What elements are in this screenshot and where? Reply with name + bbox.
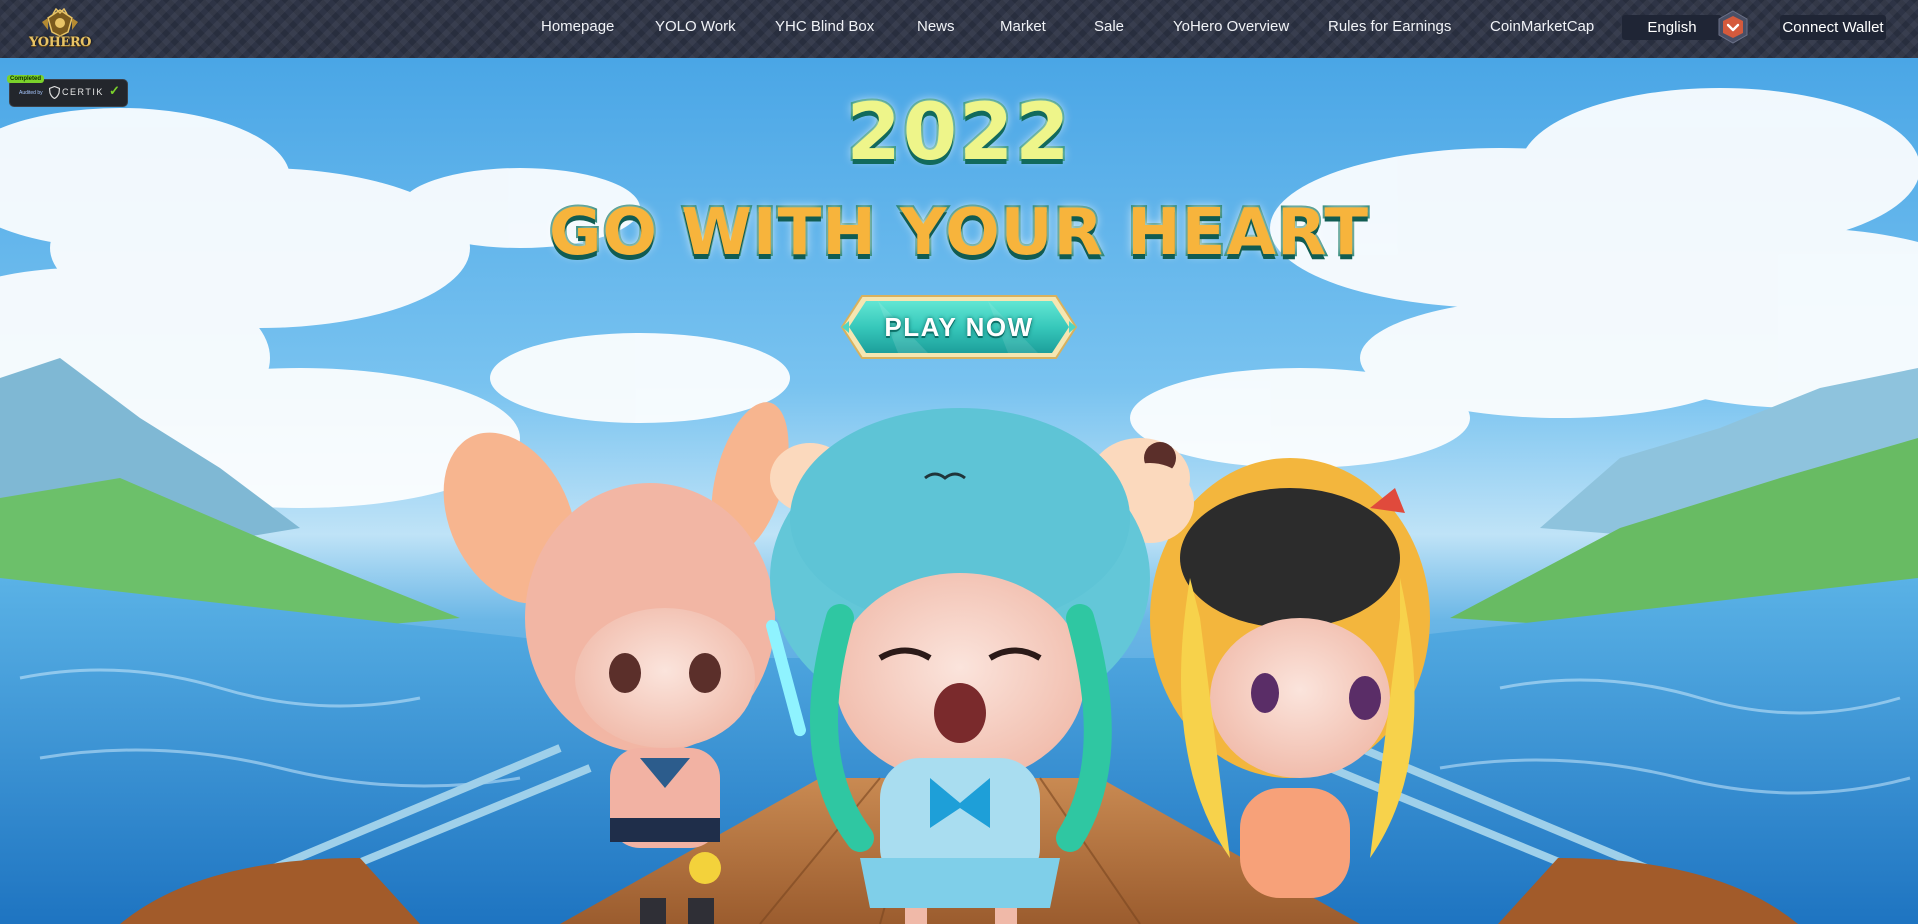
certik-shield-icon [49,86,60,99]
connect-wallet-button[interactable]: Connect Wallet [1780,15,1886,40]
chevron-down-icon[interactable] [1718,10,1748,44]
nav-yhc-blind-box[interactable]: YHC Blind Box [775,18,874,35]
nav-coinmarketcap[interactable]: CoinMarketCap [1490,18,1594,35]
nav-news[interactable]: News [917,18,955,35]
top-navigation-bar: YOHERO Homepage YOLO Work YHC Blind Box … [0,0,1918,58]
certik-name: CERTIK [62,87,104,97]
yohero-logo[interactable]: YOHERO [28,7,92,50]
hero-background-illustration [0,88,1918,924]
play-now-label: PLAY NOW [884,312,1034,342]
hero-banner: Completed Audited by CERTIK ✓ 2022 GO WI… [0,58,1918,924]
nav-homepage[interactable]: Homepage [541,18,614,35]
check-icon: ✓ [109,83,120,98]
hero-slogan-title: GO WITH YOUR HEART [547,194,1370,272]
hero-year-title: 2022 [844,86,1072,180]
nav-yolo-work[interactable]: YOLO Work [655,18,736,35]
nav-rules-for-earnings[interactable]: Rules for Earnings [1328,18,1451,35]
audit-status-badge: Completed [7,75,45,83]
nav-yohero-overview[interactable]: YoHero Overview [1173,18,1289,35]
nav-sale[interactable]: Sale [1094,18,1124,35]
language-select[interactable]: English [1622,15,1722,40]
certik-audit-badge[interactable]: Completed Audited by CERTIK ✓ [7,75,128,107]
nav-market[interactable]: Market [1000,18,1046,35]
logo-text: YOHERO [29,35,91,50]
audited-by-label: Audited by [19,90,43,96]
play-now-button[interactable]: PLAY NOW [838,292,1080,362]
